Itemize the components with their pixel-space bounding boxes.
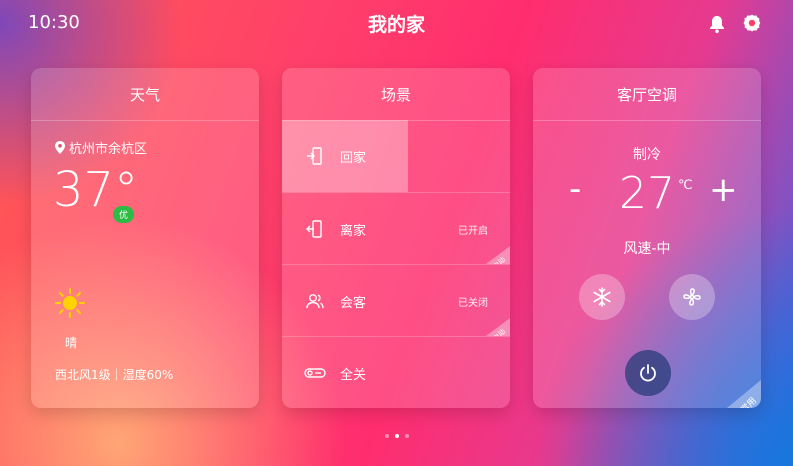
ac-card-title: 客厅空调 xyxy=(533,68,761,121)
bell-icon[interactable] xyxy=(707,14,727,34)
ac-card: 客厅空调 制冷 - 27 ℃ + 风速-中 常用 xyxy=(533,68,761,408)
snowflake-icon xyxy=(591,286,613,308)
fan-icon xyxy=(681,286,703,308)
aqi-badge: 优 xyxy=(113,206,135,223)
scene-item-all-off[interactable]: 全关 xyxy=(282,337,510,408)
door-exit-icon xyxy=(304,218,326,240)
toggle-off-icon xyxy=(304,362,326,384)
scenes-card: 场景 回家 离家 已开启 自动 会客 已关闭 自动 全关 xyxy=(282,68,510,408)
weather-condition: 晴 xyxy=(65,336,78,350)
common-tag-label: 常用 xyxy=(739,395,759,408)
ac-temperature: 27 xyxy=(619,168,675,219)
weather-card[interactable]: 天气 杭州市余杭区 37° 优 晴 西北风1级｜湿度60% xyxy=(31,68,259,408)
scene-label: 回家 xyxy=(340,150,367,166)
scene-label: 会客 xyxy=(340,295,367,311)
scene-label: 离家 xyxy=(340,223,367,239)
gear-icon[interactable] xyxy=(742,13,762,33)
location-pin-icon xyxy=(55,141,65,154)
increase-temp-button[interactable]: + xyxy=(709,173,738,207)
guests-icon xyxy=(304,290,326,312)
scene-status: 已开启 xyxy=(458,225,488,237)
cool-mode-button[interactable] xyxy=(579,274,625,320)
weather-details: 西北风1级｜湿度60% xyxy=(55,368,174,382)
fan-speed: 风速-中 xyxy=(623,241,671,257)
page-indicator xyxy=(0,434,793,438)
location-text: 杭州市余杭区 xyxy=(69,142,148,157)
decrease-temp-button[interactable]: - xyxy=(569,172,581,206)
scene-status: 已关闭 xyxy=(458,297,488,309)
weather-card-title: 天气 xyxy=(31,68,259,121)
ac-mode: 制冷 xyxy=(633,147,661,163)
scene-item-home[interactable]: 回家 xyxy=(282,120,510,192)
power-icon xyxy=(638,363,658,383)
page-dot-active[interactable] xyxy=(394,434,399,438)
power-button[interactable] xyxy=(625,350,671,396)
page-title: 我的家 xyxy=(367,14,425,36)
scene-item-away[interactable]: 离家 已开启 xyxy=(282,193,510,265)
sun-icon xyxy=(55,288,85,318)
scene-label: 全关 xyxy=(340,367,367,383)
weather-location: 杭州市余杭区 xyxy=(55,138,147,157)
door-enter-icon xyxy=(304,145,326,167)
scene-item-guests[interactable]: 会客 已关闭 xyxy=(282,265,510,337)
ac-temperature-unit: ℃ xyxy=(678,178,693,193)
page-dot[interactable] xyxy=(384,434,389,438)
common-tag: 常用 xyxy=(727,380,761,408)
status-bar: 10:30 我的家 xyxy=(0,0,793,46)
fan-mode-button[interactable] xyxy=(669,274,715,320)
page-dot[interactable] xyxy=(404,434,409,438)
scenes-card-title: 场景 xyxy=(282,68,510,121)
